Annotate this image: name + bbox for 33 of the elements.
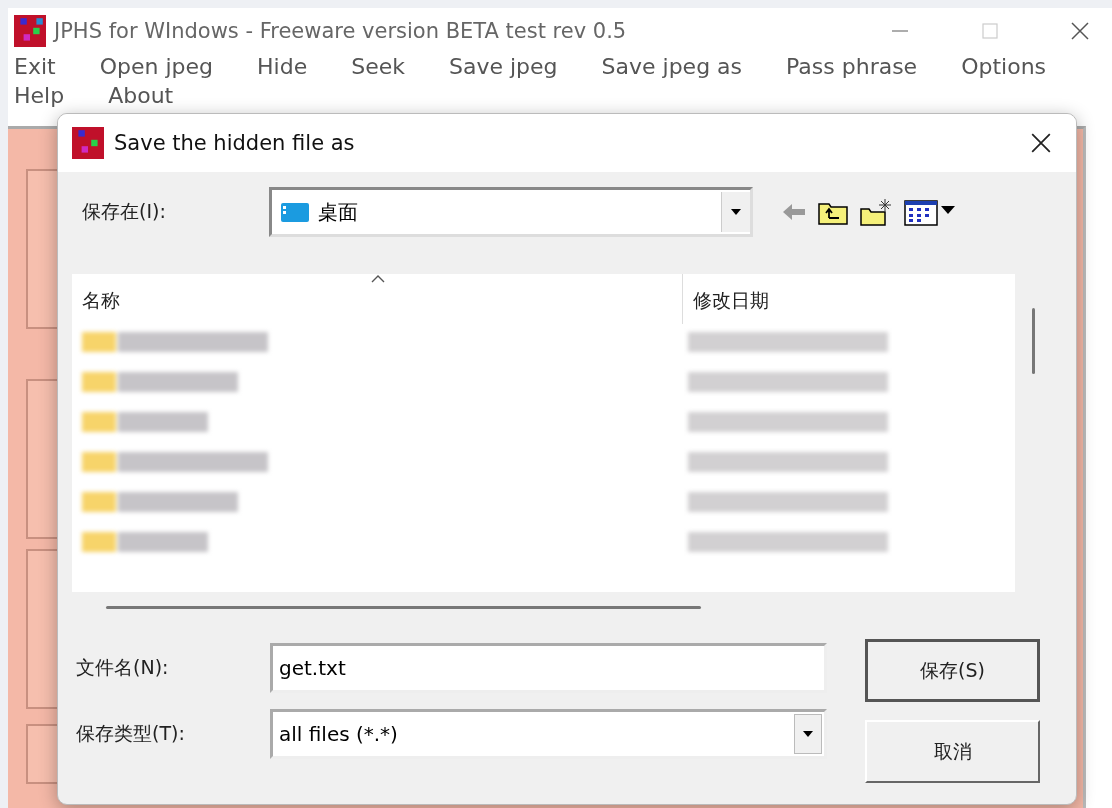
new-folder-icon[interactable]	[859, 197, 893, 227]
file-name-field[interactable]: get.txt	[270, 643, 827, 693]
app-icon	[72, 127, 104, 159]
cancel-button[interactable]: 取消	[865, 720, 1040, 783]
close-icon[interactable]	[1070, 21, 1090, 41]
window-title: JPHS for WIndows - Freeware version BETA test rev 0.5	[54, 19, 627, 43]
menu-item[interactable]: Save jpeg as	[601, 54, 743, 79]
app-icon	[14, 15, 46, 47]
file-type-dropdown[interactable]: all files (*.*)	[270, 709, 827, 759]
save-in-label: 保存在(I):	[81, 199, 167, 224]
menu-item[interactable]: About	[108, 83, 174, 108]
menu-item[interactable]: Help	[14, 83, 65, 108]
menu-item[interactable]: Pass phrase	[786, 54, 918, 79]
dropdown-arrow-icon	[730, 208, 742, 216]
file-type-label: 保存类型(T):	[75, 721, 186, 746]
save-button[interactable]: 保存(S)	[865, 639, 1040, 702]
close-icon[interactable]	[1030, 132, 1052, 154]
menu-item[interactable]: Hide	[257, 54, 308, 79]
horizontal-scrollbar[interactable]	[106, 606, 701, 609]
column-header[interactable]: 名称	[72, 274, 683, 324]
save-in-dropdown[interactable]: 桌面	[269, 187, 753, 237]
column-header[interactable]: 修改日期	[683, 274, 1015, 324]
menu-item[interactable]: Options	[961, 54, 1047, 79]
desktop-icon	[280, 201, 310, 223]
dropdown-arrow-icon	[802, 730, 814, 738]
dialog-title: Save the hidden file as	[114, 131, 355, 155]
menu-item[interactable]: Open jpeg	[99, 54, 213, 79]
file-name-label: 文件名(N):	[75, 655, 170, 680]
menu-item[interactable]: Save jpeg	[448, 54, 558, 79]
sort-caret-icon	[370, 274, 386, 284]
menu-item[interactable]: Seek	[351, 54, 405, 79]
scrollbar-thumb[interactable]	[1032, 308, 1035, 374]
menu-item[interactable]: Exit	[14, 54, 56, 79]
